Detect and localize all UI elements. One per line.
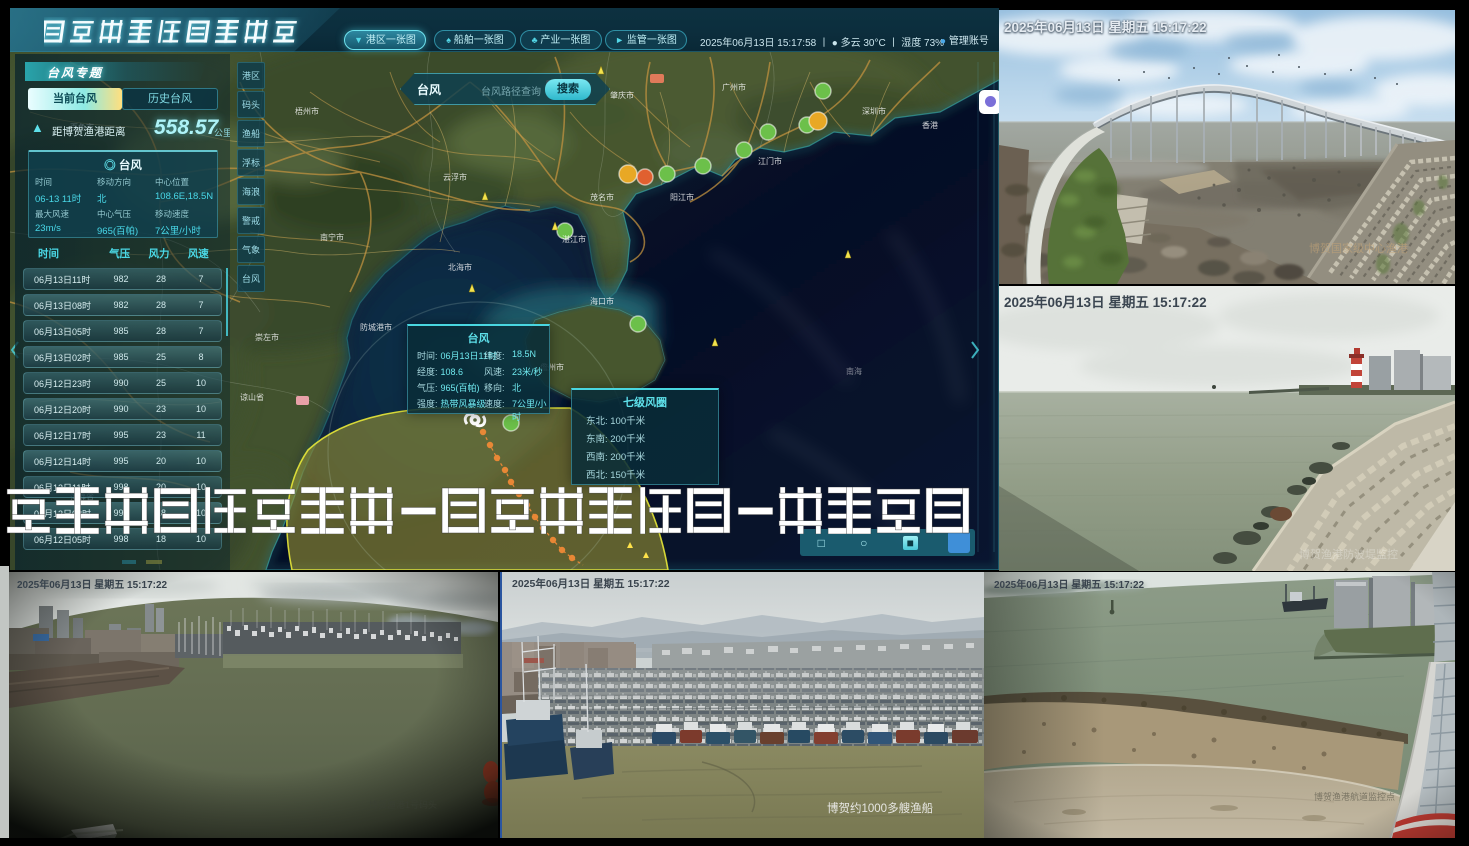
svg-text:茂名市: 茂名市 [590, 192, 614, 202]
svg-text:香港: 香港 [922, 120, 938, 130]
svg-text:博贺国家级中心渔港: 博贺国家级中心渔港 [1309, 241, 1408, 255]
svg-text:谅山省: 谅山省 [240, 392, 264, 402]
svg-text:防城港市: 防城港市 [360, 322, 392, 332]
svg-text:湛江市: 湛江市 [562, 234, 586, 244]
svg-text:南宁市: 南宁市 [320, 232, 344, 242]
svg-text:肇庆市: 肇庆市 [610, 90, 634, 100]
svg-text:广州市: 广州市 [722, 82, 746, 92]
svg-text:博贺约1000多艘渔船: 博贺约1000多艘渔船 [827, 801, 934, 815]
svg-text:崇左市: 崇左市 [255, 332, 279, 342]
svg-text:南海: 南海 [846, 366, 862, 376]
svg-text:博贺渔港1号码头: 博贺渔港1号码头 [369, 799, 437, 810]
svg-text:云浮市: 云浮市 [443, 172, 467, 182]
svg-text:博贺渔港航道监控点: 博贺渔港航道监控点 [1314, 791, 1395, 802]
svg-text:深圳市: 深圳市 [862, 106, 886, 116]
svg-text:北海市: 北海市 [448, 262, 472, 272]
svg-text:梧州市: 梧州市 [295, 106, 319, 116]
svg-text:海口市: 海口市 [590, 296, 614, 306]
svg-text:博贺渔港防波堤监控: 博贺渔港防波堤监控 [1299, 547, 1398, 561]
svg-text:阳江市: 阳江市 [670, 192, 694, 202]
svg-text:江门市: 江门市 [758, 156, 782, 166]
